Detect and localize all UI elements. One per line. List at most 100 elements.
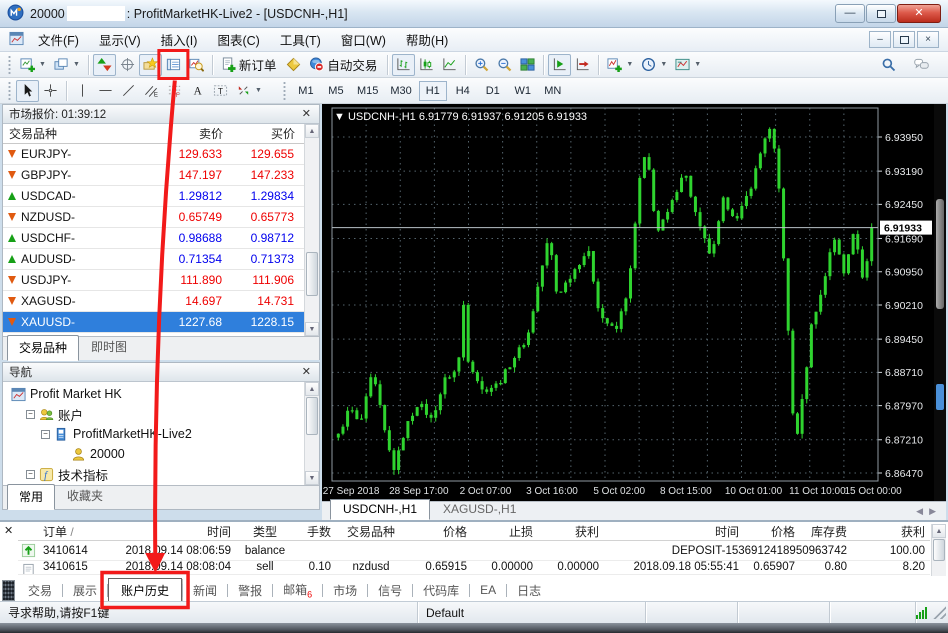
symbol-row-xagusd[interactable]: XAGUSD-14.69714.731 [3,291,319,312]
horizontal-line-button[interactable] [94,80,117,102]
column-header[interactable]: 买价 [229,125,301,142]
column-header[interactable]: 价格 [744,523,800,540]
child-restore-button[interactable] [893,31,915,48]
close-icon[interactable]: ✕ [300,109,313,120]
tree-item-技术指标[interactable]: −f技术指标 [7,464,319,484]
terminal-tab-代码库[interactable]: 代码库 [413,578,469,603]
text-button[interactable]: A [186,80,209,102]
text-label-button[interactable]: T [209,80,232,102]
symbol-row-gbpjpy[interactable]: GBPJPY-147.197147.233 [3,165,319,186]
close-icon[interactable]: ✕ [4,526,13,537]
terminal-tab-信号[interactable]: 信号 [368,578,412,603]
timeframe-m1-button[interactable]: M1 [292,81,320,101]
autotrading-button[interactable]: 自动交易 [305,54,383,76]
column-header[interactable]: 交易品种 [3,125,151,142]
community-chat-button[interactable] [910,54,933,76]
terminal-side-handle-icon[interactable] [2,580,15,601]
close-button[interactable]: ✕ [897,4,941,23]
terminal-tab-账户历史[interactable]: 账户历史 [108,578,182,603]
arrows-button[interactable]: ▼ [232,80,266,102]
chart-tab-xagusdh1[interactable]: XAGUSD-,H1 [430,499,529,520]
zoom-in-button[interactable] [470,54,493,76]
navigator-tab-常用[interactable]: 常用 [7,484,55,510]
tab-scroll-left-icon[interactable]: ◀ [916,506,923,517]
terminal-toggle[interactable] [162,54,185,76]
scroll-up-icon[interactable]: ▲ [932,524,946,538]
column-header[interactable]: 获利 [538,523,604,540]
terminal-tab-日志[interactable]: 日志 [507,578,551,603]
expander-icon[interactable]: − [26,410,35,419]
symbol-row-audusd[interactable]: AUDUSD-0.713540.71373 [3,249,319,270]
symbol-row-usdjpy[interactable]: USDJPY-111.890111.906 [3,270,319,291]
column-header[interactable]: 止损 [472,523,538,540]
tree-item-profitmarkethk-live2[interactable]: −ProfitMarketHK-Live2 [7,424,319,444]
tree-item-账户[interactable]: −账户 [7,404,319,424]
strategy-tester-toggle[interactable] [185,54,208,76]
scroll-down-icon[interactable]: ▼ [305,471,319,485]
market-watch-tab-交易品种[interactable]: 交易品种 [7,335,79,361]
terminal-tab-邮箱[interactable]: 邮箱6 [273,577,322,603]
equidistant-channel-button[interactable]: E [140,80,163,102]
chart-right-scrollbar[interactable] [934,104,946,501]
auto-scroll-toggle[interactable] [548,54,571,76]
child-close-button[interactable]: × [917,31,939,48]
indicators-button[interactable]: ▼ [603,54,637,76]
history-row[interactable]: 34106152018.09.14 08:08:04sell0.10nzdusd… [18,561,930,575]
timeframe-d1-button[interactable]: D1 [479,81,507,101]
chart-window[interactable]: 6.939506.931906.924506.916906.909506.902… [322,104,934,501]
toolbar-grip[interactable] [7,81,12,101]
menu-item-4[interactable]: 工具(T) [270,26,331,53]
column-header[interactable]: 获利 [852,523,930,540]
terminal-tab-交易[interactable]: 交易 [18,578,62,603]
menu-item-3[interactable]: 图表(C) [207,26,269,53]
scroll-up-icon[interactable]: ▲ [305,124,319,138]
cursor-button[interactable] [16,80,39,102]
bar-chart-button[interactable] [392,54,415,76]
timeframe-mn-button[interactable]: MN [539,81,567,101]
resize-grip[interactable] [933,606,946,619]
symbol-row-usdchf[interactable]: USDCHF-0.986880.98712 [3,228,319,249]
symbol-row-usdcad[interactable]: USDCAD-1.298121.29834 [3,186,319,207]
timeframe-m30-button[interactable]: M30 [385,81,416,101]
timeframe-m15-button[interactable]: M15 [352,81,383,101]
trendline-button[interactable] [117,80,140,102]
toolbar-grip[interactable] [282,81,287,101]
menu-item-0[interactable]: 文件(F) [28,26,89,53]
terminal-scrollbar[interactable]: ▲ [931,524,946,576]
new-order-button[interactable]: 新订单 [217,54,283,76]
menu-item-1[interactable]: 显示(V) [89,26,151,53]
profile-selector[interactable]: Default [418,602,646,623]
column-header[interactable]: 时间 [604,523,744,540]
scroll-down-icon[interactable]: ▼ [305,322,319,336]
profiles-button[interactable]: ▼ [50,54,84,76]
crosshair-button[interactable] [39,80,62,102]
periods-button[interactable]: ▼ [637,54,671,76]
column-header[interactable]: 订单 / [38,523,112,540]
terminal-tab-市场[interactable]: 市场 [323,578,367,603]
line-chart-button[interactable] [438,54,461,76]
timeframe-h1-button[interactable]: H1 [419,81,447,101]
column-header[interactable]: 库存费 [800,523,852,540]
menu-item-6[interactable]: 帮助(H) [396,26,458,53]
market-watch-toggle[interactable] [93,54,116,76]
new-chart-button[interactable]: ▼ [16,54,50,76]
data-window-toggle[interactable] [116,54,139,76]
chart-shift-toggle[interactable] [571,54,594,76]
close-icon[interactable]: ✕ [300,367,313,378]
timeframe-m5-button[interactable]: M5 [322,81,350,101]
column-header[interactable]: 手数 [294,523,336,540]
column-header[interactable]: 时间 [112,523,236,540]
expander-icon[interactable]: − [26,470,35,479]
navigator-toggle[interactable] [139,54,162,76]
symbol-row-eurjpy[interactable]: EURJPY-129.633129.655 [3,144,319,165]
scroll-up-icon[interactable]: ▲ [305,382,319,396]
menu-item-5[interactable]: 窗口(W) [331,26,396,53]
zoom-out-button[interactable] [493,54,516,76]
menu-item-2[interactable]: 插入(I) [151,26,208,53]
vertical-line-button[interactable] [71,80,94,102]
tile-windows-button[interactable] [516,54,539,76]
terminal-tab-警报[interactable]: 警报 [228,578,272,603]
templates-button[interactable]: ▼ [671,54,705,76]
column-header[interactable]: 卖价 [151,125,229,142]
column-header[interactable]: 类型 [236,523,294,540]
